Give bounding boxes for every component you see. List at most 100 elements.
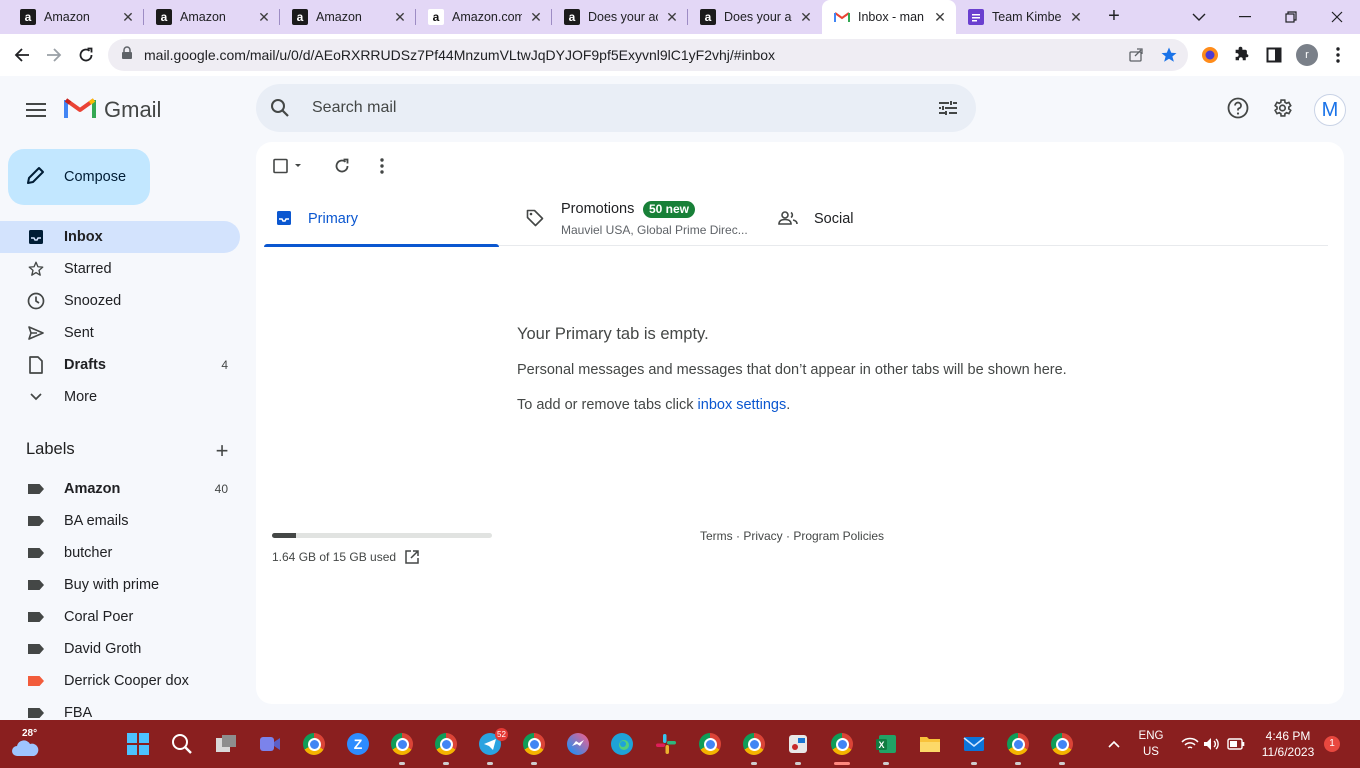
search-input[interactable]: Search mail [312,99,396,117]
zoom-app-icon[interactable]: Z [346,732,370,756]
refresh-icon[interactable] [332,156,352,176]
windows-start-icon[interactable] [126,732,150,756]
account-avatar[interactable]: M [1314,94,1346,126]
task-view-icon[interactable] [214,732,238,756]
more-options-icon[interactable] [372,156,392,176]
sidebar-item-starred[interactable]: Starred [0,253,240,285]
edge-app-icon[interactable] [610,732,634,756]
footer-links[interactable]: Terms · Privacy · Program Policies [700,529,884,543]
tab-promotions[interactable]: Promotions 50 new Mauviel USA, Global Pr… [525,194,765,246]
extension-firefox-icon[interactable] [1200,45,1220,65]
chrome-active-app-icon[interactable] [830,732,854,765]
label-item-david-groth[interactable]: David Groth [0,633,240,665]
chrome-profile-app-icon[interactable] [1050,732,1074,765]
close-icon[interactable]: ✕ [392,9,408,25]
settings-gear-icon[interactable] [1270,96,1294,120]
reload-button[interactable] [71,40,101,70]
gmail-logo[interactable]: Gmail [64,96,161,124]
chrome-profile-app-icon[interactable] [522,732,546,765]
minimize-icon[interactable] [1222,0,1268,34]
storage-usage-fill [272,533,296,538]
forward-button[interactable] [39,40,69,70]
file-explorer-icon[interactable] [918,732,942,756]
label-item-coral-poer[interactable]: Coral Poer [0,601,240,633]
back-button[interactable] [7,40,37,70]
close-icon[interactable]: ✕ [664,9,680,25]
tab-search-chevron-icon[interactable] [1176,0,1222,34]
label-item-fba[interactable]: FBA [0,697,240,720]
slack-app-icon[interactable] [654,732,678,756]
label-item-amazon[interactable]: Amazon 40 [0,473,240,505]
tab-social[interactable]: Social [778,194,978,246]
chevron-up-icon[interactable] [1102,732,1126,756]
sidebar-item-more[interactable]: More [0,381,240,413]
site-info-icon[interactable] [120,45,134,65]
search-bar[interactable]: Search mail [256,84,976,132]
meet-camera-icon[interactable] [258,732,282,756]
chrome-profile-avatar[interactable]: r [1296,44,1318,66]
label-item-butcher[interactable]: butcher [0,537,240,569]
sidebar-item-snoozed[interactable]: Snoozed [0,285,240,317]
excel-app-icon[interactable]: X [874,732,898,765]
close-icon[interactable]: ✕ [932,9,948,25]
battery-icon[interactable] [1224,732,1248,756]
sidebar-item-inbox[interactable]: Inbox [0,221,240,253]
browser-tab-team-kimbe[interactable]: Team Kimbe ✕ [956,0,1092,34]
label-item-buy-with-prime[interactable]: Buy with prime [0,569,240,601]
sidebar-item-label: Snoozed [64,293,122,309]
close-icon[interactable]: ✕ [1068,9,1084,25]
search-options-icon[interactable] [936,96,960,120]
system-clock[interactable]: 4:46 PM 11/6/2023 [1258,728,1318,760]
chrome-profile-app-icon[interactable] [434,732,458,765]
label-item-derrick-cooper-dox[interactable]: Derrick Cooper dox [0,665,240,697]
mail-app-icon[interactable] [962,732,986,765]
restore-icon[interactable] [1268,0,1314,34]
browser-tab-gmail-inbox[interactable]: Inbox - man ✕ [822,0,956,34]
snipping-tool-icon[interactable] [786,732,810,765]
close-icon[interactable]: ✕ [798,9,814,25]
input-language[interactable]: ENG US [1136,728,1166,760]
browser-tab-does-your-2[interactable]: a Does your ac ✕ [688,0,822,34]
chrome-profile-app-icon[interactable] [1006,732,1030,765]
compose-button[interactable]: Compose [8,149,150,205]
sidebar-item-drafts[interactable]: Drafts 4 [0,349,240,381]
close-window-icon[interactable] [1314,0,1360,34]
help-icon[interactable] [1226,96,1250,120]
notification-badge[interactable]: 1 [1324,736,1340,752]
volume-icon[interactable] [1200,732,1224,756]
extensions-puzzle-icon[interactable] [1232,45,1252,65]
weather-widget[interactable]: 28° [10,728,44,760]
chrome-profile-app-icon[interactable] [390,732,414,765]
bookmark-star-icon[interactable] [1160,46,1178,69]
browser-tab-does-your-1[interactable]: a Does your ac ✕ [552,0,688,34]
chrome-profile-app-icon[interactable] [698,732,722,756]
share-icon[interactable] [1128,47,1144,68]
amazon-icon: a [156,9,172,25]
close-icon[interactable]: ✕ [528,9,544,25]
address-bar[interactable]: mail.google.com/mail/u/0/d/AEoRXRRUDSz7P… [108,39,1188,71]
inbox-settings-link[interactable]: inbox settings [698,397,787,413]
open-in-new-icon[interactable] [404,549,420,565]
close-icon[interactable]: ✕ [256,9,272,25]
search-icon[interactable] [170,732,194,756]
browser-tab-amazon-2[interactable]: a Amazon ✕ [144,0,280,34]
browser-tab-amazon-com[interactable]: a Amazon.com ✕ [416,0,552,34]
chrome-app-icon[interactable] [302,732,326,756]
browser-tab-amazon-1[interactable]: a Amazon ✕ [8,0,144,34]
sidebar-item-sent[interactable]: Sent [0,317,240,349]
chrome-profile-app-icon[interactable] [742,732,766,765]
select-all-checkbox[interactable] [272,156,302,176]
wifi-icon[interactable] [1178,732,1202,756]
tab-primary[interactable]: Primary [264,194,499,247]
browser-tab-amazon-3[interactable]: a Amazon ✕ [280,0,416,34]
close-icon[interactable]: ✕ [120,9,136,25]
main-menu-icon[interactable] [22,96,50,124]
chrome-menu-icon[interactable] [1328,45,1348,65]
label-item-ba-emails[interactable]: BA emails [0,505,240,537]
messenger-app-icon[interactable] [566,732,590,756]
search-icon[interactable] [268,96,292,120]
new-tab-button[interactable]: + [1104,6,1124,26]
side-panel-icon[interactable] [1264,45,1284,65]
add-label-plus-icon[interactable]: + [212,440,232,462]
telegram-app-icon[interactable]: 52 [478,728,508,765]
